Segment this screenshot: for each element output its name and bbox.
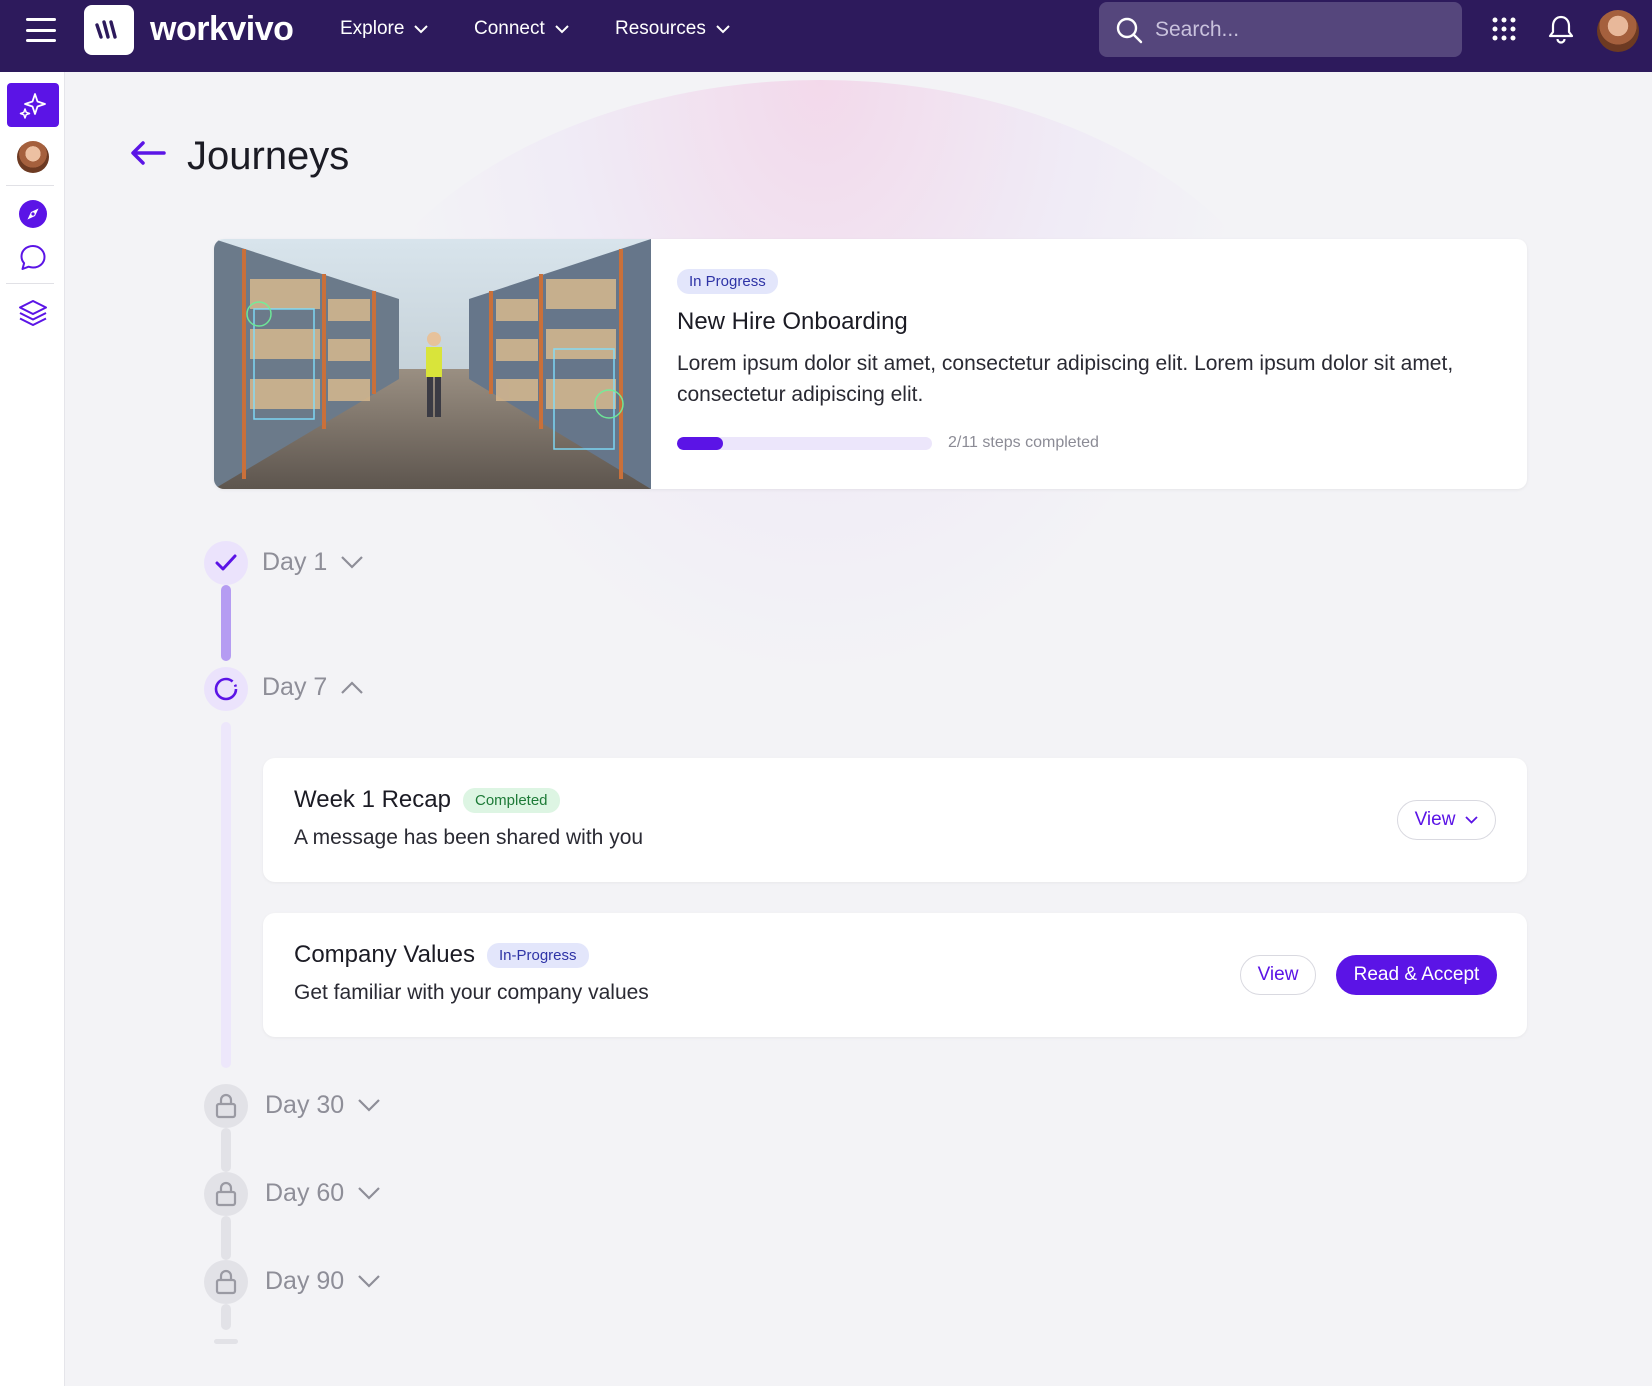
step-title-row: Company Values In-Progress <box>294 941 589 969</box>
lock-icon <box>215 1093 237 1119</box>
status-badge: In-Progress <box>486 942 589 968</box>
journey-description: Lorem ipsum dolor sit amet, consectetur … <box>677 352 1454 406</box>
chevron-down-icon <box>1465 816 1479 824</box>
day30-status-node <box>204 1084 248 1128</box>
search-bar[interactable] <box>1099 2 1462 57</box>
journey-details: In Progress New Hire Onboarding Lorem ip… <box>677 269 1497 452</box>
rail-layers[interactable] <box>0 298 65 328</box>
back-arrow-icon[interactable] <box>130 140 166 166</box>
lock-icon <box>215 1269 237 1295</box>
nav-resources[interactable]: Resources <box>615 18 730 40</box>
chevron-down-icon <box>341 556 364 569</box>
in-progress-ring-icon <box>214 677 238 701</box>
top-navigation-bar: workvivo Explore Connect Resources <box>0 0 1652 72</box>
day60-label: Day 60 <box>265 1179 345 1207</box>
day7-label: Day 7 <box>262 673 328 701</box>
status-badge: Completed <box>462 787 560 813</box>
compass-icon <box>18 200 47 228</box>
chevron-down-icon <box>358 1099 380 1112</box>
chevron-up-icon <box>341 681 364 694</box>
journey-title: New Hire Onboarding <box>677 308 908 335</box>
view-button[interactable]: View <box>1397 800 1496 840</box>
step-card-week1-recap: Week 1 Recap Completed A message has bee… <box>263 758 1527 882</box>
timeline-connector-current <box>221 722 231 1068</box>
day30-toggle[interactable]: Day 30 <box>265 1091 380 1120</box>
journey-hero-card: In Progress New Hire Onboarding Lorem ip… <box>214 239 1527 489</box>
view-button-label: View <box>1257 964 1299 985</box>
timeline-connector-locked <box>221 1216 231 1260</box>
nav-explore[interactable]: Explore <box>340 18 429 40</box>
step-description: Get familiar with your company values <box>294 981 649 1004</box>
timeline-connector-locked <box>221 1128 231 1172</box>
status-badge: In Progress <box>677 269 778 294</box>
app-name[interactable]: workvivo <box>150 10 294 49</box>
nav-connect-label: Connect <box>474 18 545 39</box>
sparkle-icon <box>6 83 59 127</box>
chevron-down-icon <box>555 24 569 33</box>
progress-bar-fill <box>677 436 723 450</box>
day7-toggle[interactable]: Day 7 <box>262 673 364 702</box>
chevron-down-icon <box>716 24 730 33</box>
timeline-end-marker <box>214 1339 238 1344</box>
day1-label: Day 1 <box>262 548 328 576</box>
step-title: Week 1 Recap <box>294 786 451 813</box>
nav-connect[interactable]: Connect <box>474 18 569 40</box>
chevron-down-icon <box>414 24 429 33</box>
journey-progress: 2/11 steps completed <box>677 434 1497 452</box>
day90-status-node <box>204 1260 248 1304</box>
day7-status-node <box>204 667 248 711</box>
view-button-label: View <box>1414 809 1456 830</box>
profile-avatar <box>16 141 49 173</box>
search-input[interactable] <box>1155 17 1435 42</box>
day90-label: Day 90 <box>265 1267 345 1295</box>
step-card-company-values: Company Values In-Progress Get familiar … <box>263 913 1527 1037</box>
user-avatar[interactable] <box>1597 10 1639 52</box>
view-button[interactable]: View <box>1240 955 1316 995</box>
lock-icon <box>215 1181 237 1207</box>
search-icon <box>1116 17 1143 43</box>
read-and-accept-label: Read & Accept <box>1353 964 1480 985</box>
rail-divider <box>6 185 54 186</box>
progress-text: 2/11 steps completed <box>948 434 1099 451</box>
rail-explore[interactable] <box>0 199 65 229</box>
layers-icon <box>18 300 47 326</box>
day90-toggle[interactable]: Day 90 <box>265 1267 380 1296</box>
day30-label: Day 30 <box>265 1091 345 1119</box>
rail-chat[interactable] <box>0 243 65 273</box>
read-and-accept-button[interactable]: Read & Accept <box>1336 955 1497 995</box>
chevron-down-icon <box>358 1187 380 1200</box>
day1-status-node <box>204 541 248 585</box>
chevron-down-icon <box>358 1275 380 1288</box>
workvivo-logo-icon[interactable] <box>84 5 134 55</box>
notification-bell-icon[interactable] <box>1546 14 1576 44</box>
rail-divider <box>6 283 54 284</box>
warehouse-cover-image <box>214 239 651 489</box>
apps-grid-icon[interactable] <box>1492 17 1516 41</box>
day1-toggle[interactable]: Day 1 <box>262 548 364 577</box>
day60-status-node <box>204 1172 248 1216</box>
nav-resources-label: Resources <box>615 18 706 39</box>
step-title: Company Values <box>294 941 475 968</box>
timeline-connector-completed <box>221 585 231 661</box>
timeline-connector-locked <box>221 1304 231 1330</box>
checkmark-icon <box>215 554 237 571</box>
day60-toggle[interactable]: Day 60 <box>265 1179 380 1208</box>
left-rail <box>0 72 65 1386</box>
rail-ai-button[interactable] <box>0 83 65 127</box>
step-description: A message has been shared with you <box>294 826 644 849</box>
rail-profile[interactable] <box>0 141 65 173</box>
step-title-row: Week 1 Recap Completed <box>294 786 560 814</box>
nav-explore-label: Explore <box>340 18 405 39</box>
hamburger-menu-icon[interactable] <box>24 16 58 44</box>
progress-bar <box>677 436 932 450</box>
page-title: Journeys <box>187 134 350 178</box>
chat-bubble-icon <box>20 245 45 270</box>
